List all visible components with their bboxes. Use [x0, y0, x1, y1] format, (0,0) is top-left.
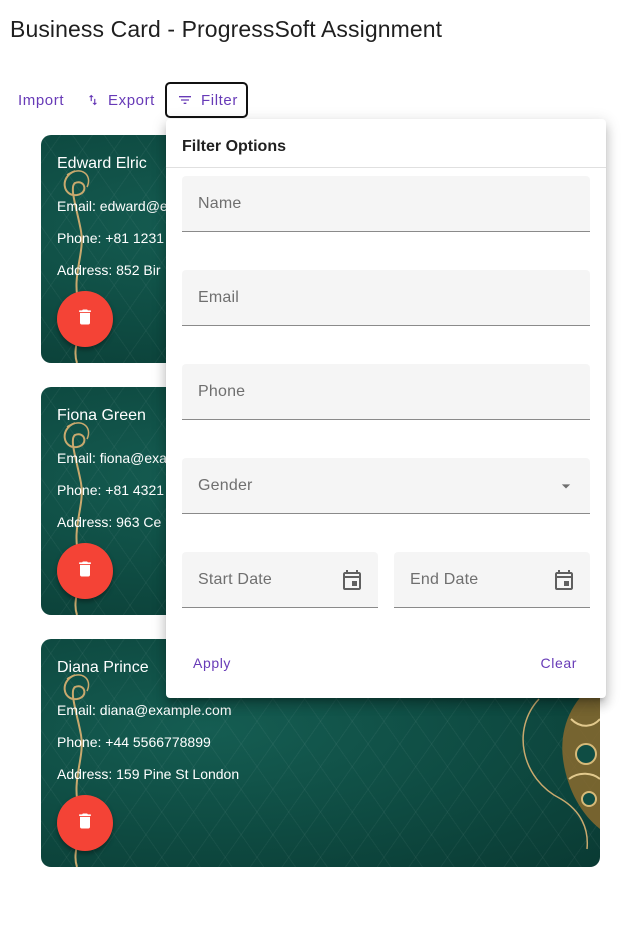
export-label: Export [108, 91, 155, 109]
toolbar: Import Export Filter [0, 82, 632, 118]
card-phone: Phone: +81 4321 [57, 482, 165, 498]
gender-placeholder: Gender [198, 477, 253, 494]
email-placeholder: Email [198, 289, 240, 306]
filter-button[interactable]: Filter [165, 82, 248, 118]
delete-button[interactable] [57, 543, 113, 599]
card-address: Address: 963 Ce [57, 514, 162, 530]
trash-icon [75, 307, 95, 332]
trash-icon [75, 811, 95, 836]
card-email: Email: edward@e [57, 198, 168, 214]
import-label: Import [18, 91, 65, 109]
phone-field[interactable]: Phone [182, 364, 590, 420]
page-title: Business Card - ProgressSoft Assignment [10, 16, 443, 42]
filter-panel-title: Filter Options [182, 138, 286, 155]
calendar-icon[interactable] [552, 568, 576, 597]
divider [166, 167, 606, 168]
filter-label: Filter [201, 91, 238, 109]
calendar-icon[interactable] [340, 568, 364, 597]
apply-button[interactable]: Apply [183, 649, 241, 677]
trash-icon [75, 559, 95, 584]
import-button[interactable]: Import [10, 82, 72, 118]
phone-placeholder: Phone [198, 383, 246, 400]
start-date-placeholder: Start Date [198, 571, 273, 588]
clear-button[interactable]: Clear [531, 649, 587, 677]
card-address: Address: 852 Bir [57, 262, 161, 278]
export-button[interactable]: Export [84, 82, 157, 118]
card-name: Diana Prince [57, 659, 149, 676]
end-date-placeholder: End Date [410, 571, 479, 588]
swap-vert-icon [86, 93, 100, 107]
gender-select[interactable]: Gender [182, 458, 590, 514]
filter-list-icon [177, 92, 193, 108]
filter-panel: Filter Options Name Email Phone Gender S… [166, 119, 606, 698]
chevron-down-icon [556, 476, 576, 501]
delete-button[interactable] [57, 795, 113, 851]
card-name: Fiona Green [57, 407, 146, 424]
card-email: Email: fiona@exa [57, 450, 167, 466]
card-phone: Phone: +81 1231 [57, 230, 165, 246]
card-name: Edward Elric [57, 155, 147, 172]
email-field[interactable]: Email [182, 270, 590, 326]
end-date-field[interactable]: End Date [394, 552, 590, 608]
start-date-field[interactable]: Start Date [182, 552, 378, 608]
card-phone: Phone: +44 5566778899 [57, 734, 211, 750]
delete-button[interactable] [57, 291, 113, 347]
name-field[interactable]: Name [182, 176, 590, 232]
card-email: Email: diana@example.com [57, 702, 232, 718]
card-address: Address: 159 Pine St London [57, 766, 240, 782]
name-placeholder: Name [198, 195, 242, 212]
